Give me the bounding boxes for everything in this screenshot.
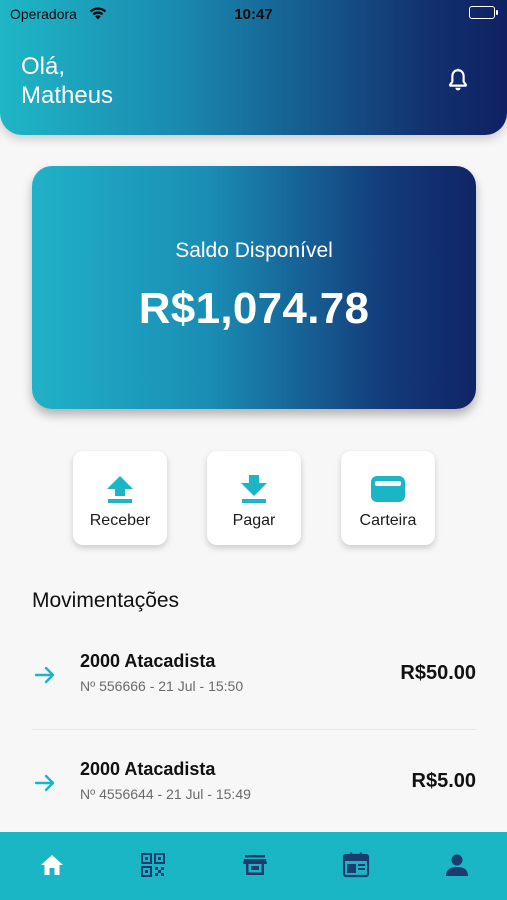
status-bar: Operadora 10:47: [0, 0, 507, 28]
transaction-meta: Nº 556666 - 21 Jul - 15:50: [80, 678, 244, 694]
transaction-row[interactable]: 2000 Atacadista Nº 4556644 - 21 Jul - 15…: [32, 752, 476, 816]
status-time: 10:47: [234, 6, 273, 23]
wallet-button[interactable]: Carteira: [341, 451, 435, 545]
transaction-amount: R$50.00: [400, 662, 476, 684]
home-icon[interactable]: [38, 851, 66, 879]
greeting: Olá, Matheus: [21, 52, 113, 110]
receive-label: Receber: [89, 512, 151, 529]
pay-button[interactable]: Pagar: [207, 451, 301, 545]
upload-icon: [73, 473, 167, 505]
transactions-title: Movimentações: [32, 589, 180, 612]
store-icon[interactable]: [241, 851, 269, 879]
greeting-line-1: Olá,: [21, 53, 66, 80]
pay-label: Pagar: [232, 512, 276, 529]
balance-value: R$1,074.78: [138, 284, 370, 333]
transaction-row[interactable]: 2000 Atacadista Nº 556666 - 21 Jul - 15:…: [32, 644, 476, 708]
battery-icon: [469, 6, 498, 19]
qr-code-icon[interactable]: [139, 851, 167, 879]
divider: [32, 729, 476, 730]
transaction-amount: R$5.00: [411, 770, 477, 792]
wallet-label: Carteira: [359, 512, 417, 529]
wallet-icon: [341, 473, 435, 505]
transaction-name: 2000 Atacadista: [80, 759, 216, 779]
bell-icon[interactable]: [445, 67, 471, 93]
calendar-icon[interactable]: [342, 851, 370, 879]
header: Operadora 10:47 Olá, Matheus: [0, 0, 507, 135]
balance-card: Saldo Disponível R$1,074.78: [32, 166, 476, 409]
profile-icon[interactable]: [443, 851, 471, 879]
user-name: Matheus: [21, 82, 114, 109]
balance-label: Saldo Disponível: [175, 239, 333, 262]
download-icon: [207, 473, 301, 505]
arrow-right-icon: [32, 770, 58, 796]
arrow-right-icon: [32, 662, 58, 688]
transaction-meta: Nº 4556644 - 21 Jul - 15:49: [80, 786, 251, 802]
transaction-name: 2000 Atacadista: [80, 651, 216, 671]
receive-button[interactable]: Receber: [73, 451, 167, 545]
bottom-nav: [0, 832, 507, 900]
